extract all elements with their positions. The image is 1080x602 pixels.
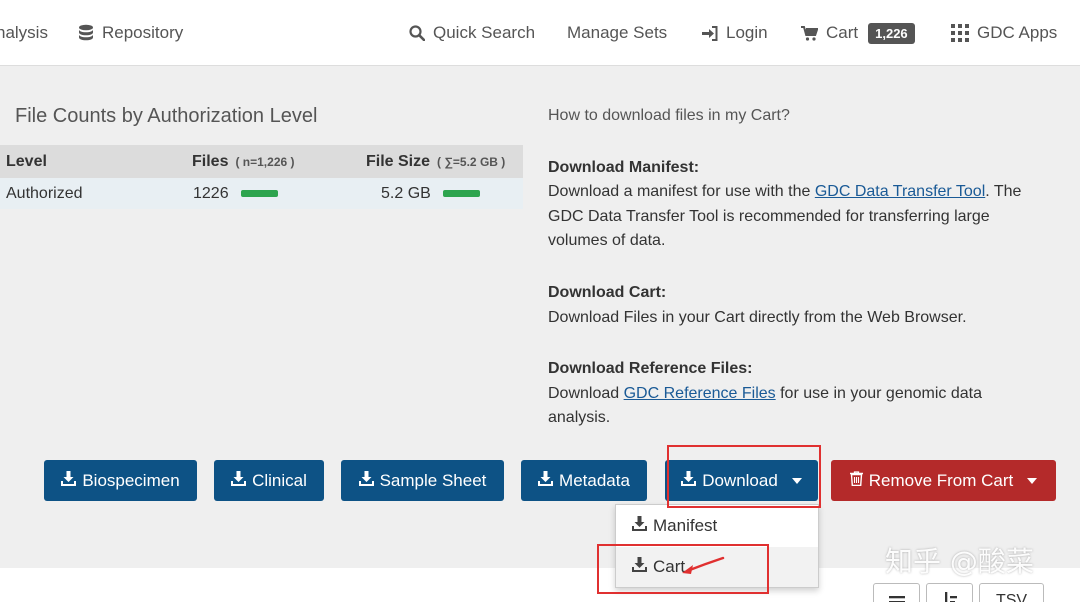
clinical-label: Clinical <box>252 470 307 490</box>
nav-gdc-apps[interactable]: GDC Apps <box>951 0 1057 66</box>
metadata-button[interactable]: Metadata <box>521 460 647 501</box>
file-counts-title: File Counts by Authorization Level <box>15 105 318 127</box>
nav-manage-sets-label: Manage Sets <box>567 23 668 42</box>
annotation-arrow-icon <box>682 556 725 574</box>
nav-gdc-apps-label: GDC Apps <box>977 23 1058 42</box>
row-file-size-value: 5.2 GB <box>381 184 431 202</box>
watermark: 知乎 @酸菜 <box>885 545 1034 578</box>
size-progress-bar <box>442 190 480 197</box>
cart-heading: Download Cart: <box>548 283 667 301</box>
table-header: Level Files ( n=1,226 ) File Size ( ∑=5.… <box>0 145 523 178</box>
cart-description: Download Files in your Cart directly fro… <box>548 308 967 326</box>
nav-quick-search-label: Quick Search <box>433 23 536 42</box>
nav-analysis-label: nalysis <box>0 23 48 42</box>
reference-description: Download GDC Reference Files for use in … <box>548 382 1048 431</box>
nav-cart-label: Cart <box>826 23 859 42</box>
download-icon <box>231 470 247 491</box>
nav-manage-sets[interactable]: Manage Sets <box>567 0 667 66</box>
download-icon <box>632 516 647 536</box>
reference-text: Download <box>548 384 624 402</box>
download-help: How to download files in my Cart? Downlo… <box>548 104 1048 431</box>
howto-heading: How to download files in my Cart? <box>548 107 790 124</box>
trash-icon <box>849 470 863 491</box>
tsv-export-button[interactable]: TSV <box>979 583 1044 602</box>
table-row: Authorized 1226 5.2 GB <box>0 178 523 209</box>
header-files-label: Files <box>192 152 229 170</box>
manifest-text: Download a manifest for use with the <box>548 183 815 201</box>
nav-analysis[interactable]: nalysis <box>0 0 48 66</box>
grid-icon <box>951 24 969 42</box>
sign-in-icon <box>701 25 718 41</box>
header-files: Files ( n=1,226 ) <box>192 145 295 178</box>
download-icon <box>358 470 374 491</box>
reference-heading: Download Reference Files: <box>548 360 753 378</box>
sample-sheet-button[interactable]: Sample Sheet <box>341 460 504 501</box>
tsv-label: TSV <box>995 592 1028 602</box>
row-files: 1226 <box>193 178 278 209</box>
table-view-button[interactable] <box>873 583 920 602</box>
nav-login[interactable]: Login <box>701 0 768 66</box>
biospecimen-button[interactable]: Biospecimen <box>44 460 197 501</box>
remove-from-cart-button[interactable]: Remove From Cart <box>831 460 1056 501</box>
cart-count-badge: 1,226 <box>868 22 915 44</box>
database-icon <box>78 24 94 42</box>
manifest-heading: Download Manifest: <box>548 158 700 176</box>
remove-from-cart-label: Remove From Cart <box>868 470 1014 490</box>
row-level: Authorized <box>6 184 83 202</box>
bars-icon <box>888 592 905 602</box>
file-counts-table: Level Files ( n=1,226 ) File Size ( ∑=5.… <box>0 145 523 209</box>
files-progress-bar <box>240 190 278 197</box>
gdc-transfer-tool-link[interactable]: GDC Data Transfer Tool <box>815 183 985 200</box>
metadata-label: Metadata <box>559 470 630 490</box>
nav-cart[interactable]: Cart 1,226 <box>801 0 915 66</box>
header-file-size-label: File Size <box>366 152 431 170</box>
caret-down-icon <box>1027 477 1038 484</box>
download-highlight-box <box>667 445 821 508</box>
row-files-value: 1226 <box>193 184 229 202</box>
manifest-option-label: Manifest <box>653 516 718 535</box>
header-level: Level <box>6 152 47 170</box>
header-file-size-total: ( ∑=5.2 GB ) <box>437 154 506 169</box>
download-manifest-option[interactable]: Manifest <box>616 506 818 546</box>
row-file-size: 5.2 GB <box>381 178 480 209</box>
nav-quick-search[interactable]: Quick Search <box>409 0 535 66</box>
sort-icon <box>942 592 958 602</box>
shopping-cart-icon <box>801 25 818 41</box>
sample-sheet-label: Sample Sheet <box>379 470 487 490</box>
biospecimen-label: Biospecimen <box>82 470 180 490</box>
manifest-description: Download a manifest for use with the GDC… <box>548 180 1048 254</box>
search-icon <box>409 25 425 41</box>
header-files-total: ( n=1,226 ) <box>235 154 295 169</box>
download-icon <box>538 470 554 491</box>
top-navigation: nalysis Repository Quick Search Manage S… <box>0 0 1080 66</box>
gdc-reference-files-link[interactable]: GDC Reference Files <box>624 385 776 402</box>
nav-login-label: Login <box>726 23 768 42</box>
sort-button[interactable] <box>926 583 973 602</box>
manifest-text-end: . <box>985 183 990 201</box>
nav-repository[interactable]: Repository <box>78 0 183 66</box>
download-icon <box>61 470 77 491</box>
clinical-button[interactable]: Clinical <box>214 460 324 501</box>
header-file-size: File Size ( ∑=5.2 GB ) <box>366 145 505 178</box>
nav-repository-label: Repository <box>102 23 184 42</box>
